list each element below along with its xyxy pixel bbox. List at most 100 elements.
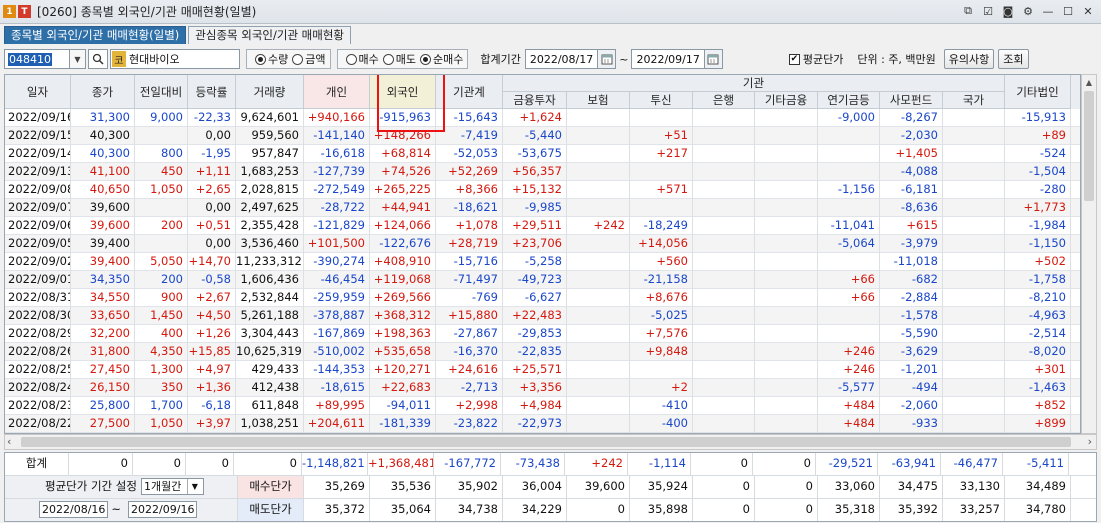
table-row[interactable]: 2022/09/16 31,300 9,000 -22,33 9,624,601 +940… [5, 109, 1080, 127]
table-cell: 2022/08/30 [5, 307, 71, 325]
tab-watchlist[interactable]: 관심종목 외국인/기관 매매현황 [188, 26, 352, 44]
table-row[interactable]: 2022/08/29 32,200 400 +1,26 3,304,443 -167,86… [5, 325, 1080, 343]
table-row[interactable]: 2022/08/24 26,150 350 +1,36 412,438 -18,615 +2… [5, 379, 1080, 397]
table-row[interactable]: 2022/09/15 40,300 0,00 959,560 -141,140 +148,… [5, 127, 1080, 145]
column-header[interactable]: 국가 [943, 92, 1005, 109]
table-row[interactable]: 2022/09/08 40,650 1,050 +2,65 2,028,815 -272,… [5, 181, 1080, 199]
table-cell: -272,549 [304, 181, 370, 199]
totals-cell: -29,521 [816, 453, 878, 475]
column-header[interactable]: 종가 [71, 75, 135, 109]
table-cell: +22,683 [370, 379, 436, 397]
column-header[interactable]: 기타금융 [755, 92, 818, 109]
radio-buy[interactable] [345, 53, 357, 65]
column-header[interactable]: 기관계 [436, 75, 503, 109]
table-row[interactable]: 2022/09/01 34,350 200 -0,58 1,606,436 -46,454… [5, 271, 1080, 289]
column-header[interactable]: 투신 [630, 92, 693, 109]
save-icon[interactable]: ☑ [981, 4, 995, 18]
minimize-icon[interactable]: — [1041, 4, 1055, 18]
table-row[interactable]: 2022/09/07 39,600 0,00 2,497,625 -28,722 +44,… [5, 199, 1080, 217]
table-row[interactable]: 2022/09/14 40,300 800 -1,95 957,847 -16,618 +6… [5, 145, 1080, 163]
table-cell: 2022/08/26 [5, 343, 71, 361]
close-icon[interactable]: ✕ [1081, 4, 1095, 18]
column-header[interactable]: 전일대비 [135, 75, 188, 109]
table-cell: +124,066 [370, 217, 436, 235]
link-icon[interactable]: ⧉ [961, 4, 975, 18]
chevron-down-icon[interactable]: ▼ [70, 49, 86, 69]
table-cell: 450 [135, 163, 188, 181]
tab-stock-daily[interactable]: 종목별 외국인/기관 매매현황(일별) [4, 26, 187, 44]
calendar-icon[interactable] [704, 49, 723, 69]
stock-name-field[interactable]: 코 현대바이오 [110, 49, 240, 69]
table-cell [943, 181, 1005, 199]
avg-price-checkbox[interactable]: ✔ 평균단가 [788, 51, 843, 67]
notice-button[interactable]: 유의사항 [943, 49, 995, 69]
calendar-icon[interactable] [598, 49, 617, 69]
scroll-up-icon[interactable]: ▲ [1082, 75, 1096, 89]
search-icon[interactable] [88, 49, 108, 69]
radio-sell[interactable] [382, 53, 394, 65]
column-header[interactable]: 거래량 [236, 75, 304, 109]
table-cell: 2022/09/16 [5, 109, 71, 127]
table-row[interactable]: 2022/09/13 41,100 450 +1,11 1,683,253 -127,73… [5, 163, 1080, 181]
table-row[interactable]: 2022/09/06 39,600 200 +0,51 2,355,428 -121,82… [5, 217, 1080, 235]
table-cell: +148,266 [370, 127, 436, 145]
table-cell: -390,274 [304, 253, 370, 271]
camera-icon[interactable]: ◙ [1001, 4, 1015, 18]
column-header[interactable]: 외국인 [370, 75, 436, 109]
gear-icon[interactable]: ⚙ [1021, 4, 1035, 18]
table-cell: -21,158 [630, 271, 693, 289]
table-cell: 2,532,844 [236, 289, 304, 307]
column-header[interactable]: 연기금등 [818, 92, 880, 109]
stock-code-input[interactable]: 048410 [4, 49, 70, 69]
table-cell: 40,300 [71, 127, 135, 145]
column-header[interactable]: 기타법인 [1005, 75, 1071, 109]
table-cell: -378,887 [304, 307, 370, 325]
h-scroll-thumb[interactable] [21, 437, 1071, 447]
table-row[interactable]: 2022/08/25 27,450 1,300 +4,97 429,433 -144,35… [5, 361, 1080, 379]
column-header[interactable]: 금융투자 [503, 92, 567, 109]
table-row[interactable]: 2022/08/30 33,650 1,450 +4,50 5,261,188 -378,… [5, 307, 1080, 325]
date-from-input[interactable]: 2022/08/17 [524, 49, 599, 69]
scroll-left-icon[interactable]: ‹ [7, 435, 11, 448]
table-row[interactable]: 2022/08/31 34,550 900 +2,67 2,532,844 -259,95… [5, 289, 1080, 307]
table-row[interactable]: 2022/08/26 31,800 4,350 +15,85 10,625,319 -51… [5, 343, 1080, 361]
table-cell: +120,271 [370, 361, 436, 379]
table-cell [693, 127, 755, 145]
column-header[interactable]: 은행 [693, 92, 755, 109]
unit-radio-group: 수량 금액 [246, 49, 331, 69]
table-cell: 800 [135, 145, 188, 163]
date-to-input[interactable]: 2022/09/17 [631, 49, 705, 69]
column-header[interactable]: 개인 [304, 75, 370, 109]
column-header[interactable]: 사모펀드 [880, 92, 943, 109]
horizontal-scrollbar[interactable]: ‹ › [4, 434, 1097, 450]
scroll-thumb[interactable] [1084, 91, 1094, 201]
table-cell: 900 [135, 289, 188, 307]
table-cell [755, 109, 818, 127]
table-cell: +25,571 [503, 361, 567, 379]
table-row[interactable]: 2022/09/02 39,400 5,050 +14,70 11,233,312 -39… [5, 253, 1080, 271]
vertical-scrollbar[interactable]: ▲ [1081, 74, 1097, 434]
table-cell: +1,405 [880, 145, 943, 163]
table-cell: 5,050 [135, 253, 188, 271]
table-row[interactable]: 2022/08/23 25,800 1,700 -6,18 611,848 +89,995… [5, 397, 1080, 415]
radio-quantity[interactable] [255, 53, 266, 65]
column-header[interactable]: 보험 [567, 92, 630, 109]
table-cell: -144,353 [304, 361, 370, 379]
avg-date-from[interactable]: 2022/08/16 [39, 501, 109, 518]
table-cell: +2,65 [188, 181, 236, 199]
scroll-right-icon[interactable]: › [1088, 435, 1092, 448]
query-button[interactable]: 조회 [998, 49, 1029, 69]
table-row[interactable]: 2022/09/05 39,400 0,00 3,536,460 +101,500 -12… [5, 235, 1080, 253]
column-header[interactable]: 등락률 [188, 75, 236, 109]
column-header[interactable]: 일자 [5, 75, 71, 109]
radio-amount[interactable] [292, 53, 304, 65]
chevron-down-icon[interactable]: ▼ [187, 479, 201, 494]
radio-net[interactable] [420, 53, 431, 65]
period-select[interactable]: 1개월간 ▼ [140, 478, 205, 495]
table-cell: 3,304,443 [236, 325, 304, 343]
table-cell: +560 [630, 253, 693, 271]
table-row[interactable]: 2022/08/22 27,500 1,050 +3,97 1,038,251 +204,… [5, 415, 1080, 433]
avg-date-to[interactable]: 2022/09/16 [128, 501, 198, 518]
table-cell [693, 307, 755, 325]
maximize-icon[interactable]: ☐ [1061, 4, 1075, 18]
